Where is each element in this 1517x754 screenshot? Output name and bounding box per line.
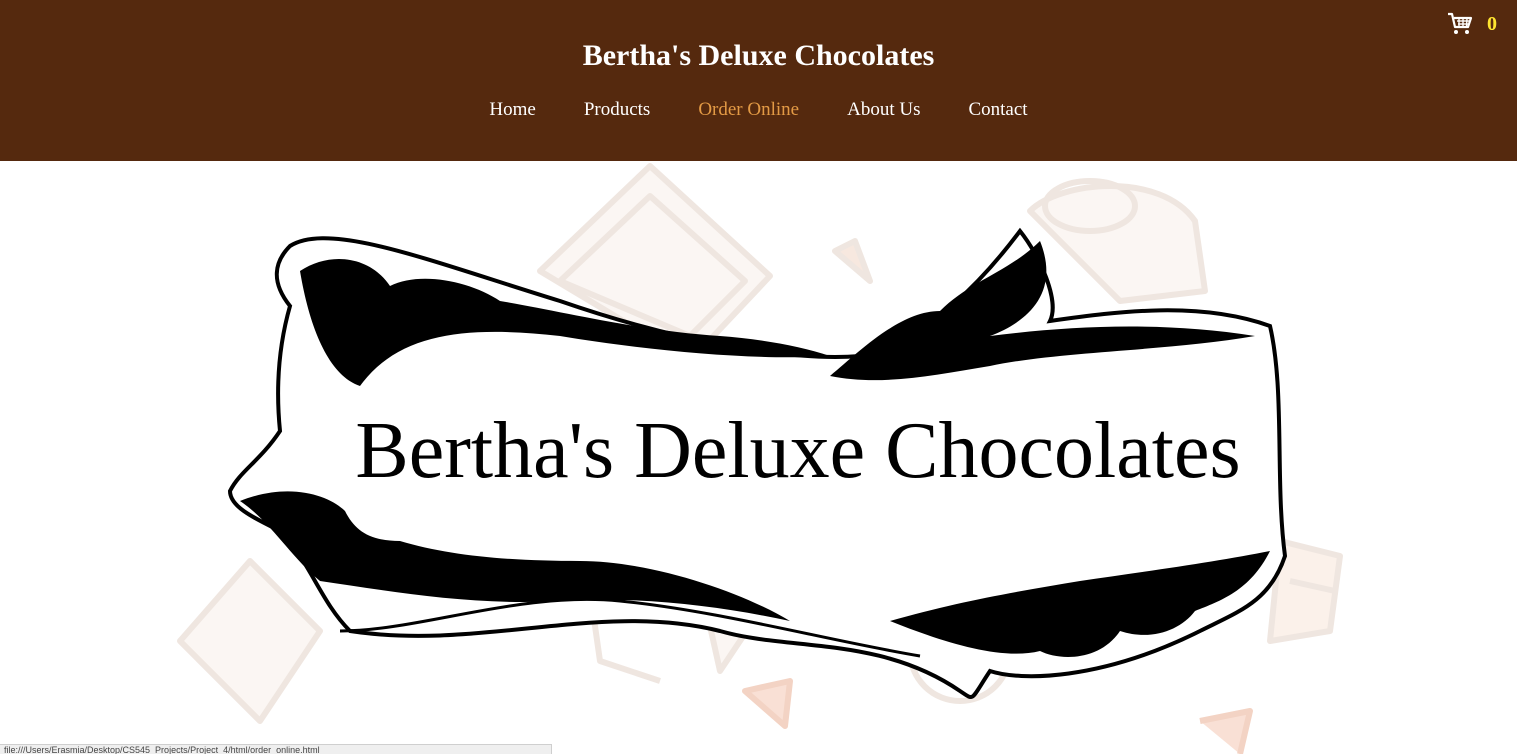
main-nav: Home Products Order Online About Us Cont… — [0, 96, 1517, 124]
browser-status-bar: file:///Users/Erasmia/Desktop/CS545_Proj… — [0, 744, 552, 754]
nav-order-online[interactable]: Order Online — [698, 96, 799, 124]
site-title: Bertha's Deluxe Chocolates — [582, 39, 935, 72]
site-header: Bertha's Deluxe Chocolates Home Products… — [0, 0, 1517, 161]
nav-contact[interactable]: Contact — [968, 96, 1027, 124]
nav-products[interactable]: Products — [584, 96, 651, 124]
logo-text: Bertha's Deluxe Chocolates — [355, 407, 1241, 495]
cart-count: 0 — [1487, 12, 1497, 35]
shopping-cart-icon — [1447, 12, 1473, 36]
nav-about-us[interactable]: About Us — [847, 96, 920, 124]
cart-button[interactable]: 0 — [1447, 12, 1497, 36]
hero-section: Bertha's Deluxe Chocolates — [0, 161, 1517, 754]
nav-home[interactable]: Home — [489, 96, 535, 124]
